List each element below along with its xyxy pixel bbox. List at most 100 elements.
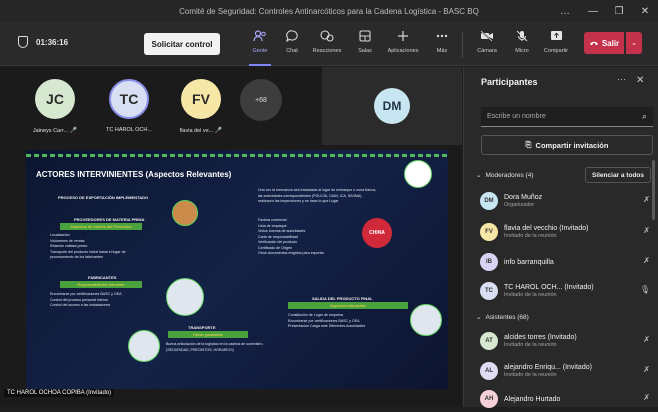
- share-button[interactable]: Compartir: [541, 26, 571, 64]
- participant-tile[interactable]: FV flavia del ve... 🎤: [168, 67, 234, 145]
- panel-scrollbar[interactable]: [652, 160, 655, 220]
- participants-panel: Participantes ··· ✕ Escribe un nombre ⌕ …: [463, 67, 658, 408]
- people-button[interactable]: Gente: [245, 26, 275, 66]
- apps-label: Aplicaciones: [387, 48, 419, 54]
- slide-section-heading: FABRICANTES: [88, 275, 117, 280]
- shared-slide: ACTORES INTERVINIENTES (Aspectos Relevan…: [26, 150, 448, 389]
- chevron-down-icon: ⌄: [476, 314, 482, 321]
- rooms-button[interactable]: Salas: [350, 26, 380, 64]
- avatar: TC: [480, 282, 498, 300]
- reactions-button[interactable]: Reacciones: [312, 26, 342, 64]
- participant-tile[interactable]: JC Jaineys Carr... 🎤: [22, 67, 88, 145]
- camera-button[interactable]: Cámara: [472, 26, 502, 64]
- factory-image: [166, 278, 204, 316]
- participant-row[interactable]: AL alejandro Enriqu... (Invitado) Invitad…: [480, 358, 656, 384]
- slide-section-heading: PROCESO DE EXPORTACIÓN IMPLEMENTADO: [58, 195, 149, 200]
- participant-name: TC HAROL OCH...: [106, 127, 152, 133]
- meeting-timer: 01:36:16: [18, 36, 68, 48]
- avatar: AT: [480, 332, 498, 350]
- avatar: DM: [480, 192, 498, 210]
- avatar: AH: [480, 390, 498, 408]
- window-title: Comité de Seguridad: Controles Antinarcó…: [179, 6, 479, 16]
- slide-paragraph: Una vez la mercancía sea trasladada al l…: [258, 188, 377, 203]
- slide-green-bar: Responsabilidad relevante: [60, 281, 142, 288]
- apps-button[interactable]: Aplicaciones: [388, 26, 418, 64]
- participant-row[interactable]: AH Alejandro Hurtado ✗: [480, 386, 656, 412]
- avatar: FV: [181, 79, 221, 119]
- shipping-container-image: CHINA: [362, 218, 392, 248]
- link-icon: ⎘: [525, 140, 532, 149]
- police-emblem-icon: [404, 160, 432, 188]
- slide-section-heading: SALIDA DEL PRODUCTO FINAL: [312, 296, 373, 301]
- chevron-down-icon: ⌄: [476, 172, 482, 179]
- rooms-label: Salas: [358, 48, 372, 54]
- meeting-stage: JC Jaineys Carr... 🎤 TC TC HAROL OCH... …: [0, 67, 462, 407]
- mic-label: Micro: [515, 48, 529, 54]
- slide-list: Buena articulación de la logística en la…: [166, 342, 264, 352]
- slide-section-heading: PROVEEDORES DE MATERIA PRIMA: [74, 217, 145, 222]
- mic-off-icon: ✗: [643, 335, 650, 344]
- avatar: FV: [480, 223, 498, 241]
- close-window-icon[interactable]: ✕: [632, 0, 658, 22]
- more-icon: [427, 26, 457, 46]
- truck-image: [128, 330, 160, 362]
- participant-search-input[interactable]: Escribe un nombre ⌕: [481, 107, 653, 127]
- avatar: AL: [480, 362, 498, 380]
- more-participants-badge[interactable]: +68: [240, 79, 282, 121]
- mic-off-icon: ✗: [643, 226, 650, 235]
- mic-off-icon: 🎤: [69, 128, 78, 134]
- leave-label: Salir: [601, 38, 620, 48]
- mic-off-icon: ✗: [643, 393, 650, 402]
- mic-off-icon: ✗: [643, 195, 650, 204]
- more-options-icon[interactable]: …: [552, 0, 578, 22]
- more-options-icon[interactable]: ···: [617, 74, 626, 84]
- leave-button[interactable]: Salir: [584, 32, 624, 54]
- camera-off-icon: [472, 26, 502, 46]
- panel-title: Participantes: [481, 77, 538, 87]
- mute-all-button[interactable]: Silenciar a todos: [585, 167, 651, 183]
- mic-off-icon: 🎤: [214, 128, 223, 134]
- more-button[interactable]: Más: [427, 26, 457, 64]
- slide-section-heading: TRANSPORTE: [188, 325, 216, 330]
- participant-tile-dm[interactable]: DM: [322, 67, 462, 145]
- more-label: Más: [436, 48, 448, 54]
- chat-button[interactable]: Chat: [277, 26, 307, 64]
- toolbar-divider: [462, 32, 463, 58]
- people-label: Gente: [252, 48, 268, 54]
- presenter-caption: TC HAROL OCHOA COPIBA (Invitado): [4, 389, 115, 397]
- share-label: Compartir: [543, 48, 569, 54]
- maximize-icon[interactable]: ❐: [606, 0, 632, 22]
- slide-list: Factura comercial Lista de empaque Vistos …: [258, 218, 324, 255]
- slide-title: ACTORES INTERVINIENTES (Aspectos Relevan…: [36, 170, 232, 179]
- participant-row[interactable]: FV flavia del vecchio (Invitado) Invitado…: [480, 219, 656, 245]
- search-placeholder: Escribe un nombre: [487, 113, 546, 120]
- request-control-button[interactable]: Solicitar control: [144, 33, 220, 55]
- share-invitation-label: Compartir invitación: [535, 140, 609, 150]
- leave-options-chevron-icon[interactable]: ⌄: [626, 32, 642, 54]
- slide-green-bar: Aspectos relevantes: [288, 302, 408, 309]
- timer-text: 01:36:16: [36, 37, 69, 47]
- participant-row[interactable]: AT alcides torres (Invitado) Invitado de …: [480, 328, 656, 354]
- share-icon: [541, 26, 571, 46]
- close-icon[interactable]: ✕: [636, 75, 644, 86]
- handshake-image: [410, 304, 442, 336]
- participant-row[interactable]: IB info barranquilla ✗: [480, 249, 656, 275]
- slide-list: Localización Volúmenes de ventas Relación …: [50, 233, 126, 259]
- participant-row[interactable]: DM Dora Muñoz Organizador ✗: [480, 188, 656, 214]
- rooms-icon: [350, 26, 380, 46]
- moderators-section-toggle[interactable]: ⌄ Moderadores (4): [476, 171, 534, 180]
- phone-hangup-icon: [589, 39, 599, 48]
- attendees-section-toggle[interactable]: ⌄ Asistentes (68): [476, 313, 529, 322]
- avatar: DM: [374, 88, 410, 124]
- participant-tile[interactable]: TC TC HAROL OCH...: [96, 67, 162, 145]
- chat-label: Chat: [286, 48, 298, 54]
- participant-row[interactable]: TC TC HAROL OCH... (Invitado) Invitado de…: [480, 278, 656, 304]
- minimize-icon[interactable]: —: [580, 0, 606, 22]
- share-invitation-button[interactable]: ⎘ Compartir invitación: [481, 135, 653, 155]
- participant-name: flavia del ve... 🎤: [179, 128, 223, 134]
- search-icon: ⌕: [641, 111, 647, 121]
- people-icon: [245, 26, 275, 46]
- camera-label: Cámara: [477, 48, 497, 54]
- chat-icon: [277, 26, 307, 46]
- mic-button[interactable]: Micro: [507, 26, 537, 64]
